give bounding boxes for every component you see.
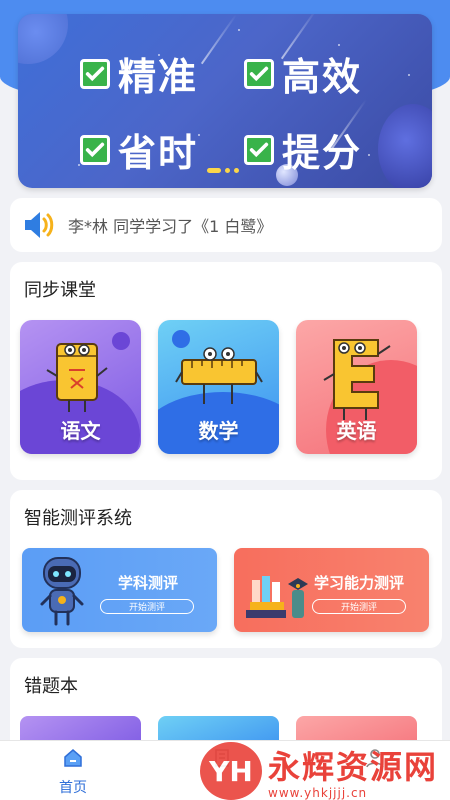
watermark-url: www.yhkjjjj.cn — [268, 786, 368, 800]
carousel-dot[interactable] — [234, 168, 239, 173]
start-assessment-button[interactable]: 开始测评 — [100, 599, 194, 614]
notebook-mascot-icon — [46, 343, 108, 412]
tab-label: 首页 — [59, 780, 87, 796]
section-title: 智能测评系统 — [24, 508, 132, 529]
ability-assessment-card[interactable]: 学习能力测评 开始测评 — [234, 548, 429, 632]
subject-label: 英语 — [336, 419, 377, 443]
tab-home[interactable]: 首页 — [38, 747, 108, 797]
assessment-section: 智能测评系统 学科测评 开始测评 学习能力测评 开始测评 — [10, 490, 442, 648]
subject-card-english[interactable]: 英语 — [296, 320, 417, 454]
assessment-title: 学习能力测评 — [314, 574, 405, 592]
slogan-timesaving: 省时 — [80, 122, 198, 177]
subject-card-math[interactable]: 数学 — [158, 320, 279, 454]
carousel-dot[interactable] — [207, 168, 221, 173]
activity-notice[interactable]: 李*林 同学学习了《1 白鹭》 — [10, 198, 442, 252]
checkmark-icon — [80, 58, 110, 89]
home-icon — [64, 749, 82, 767]
slogan-score: 提分 — [244, 122, 362, 177]
subject-card-chinese[interactable]: 语文 — [20, 320, 141, 454]
slogan-precise: 精准 — [80, 46, 198, 101]
subject-assessment-card[interactable]: 学科测评 开始测评 — [22, 548, 217, 632]
speaker-icon — [25, 212, 54, 238]
subject-label: 语文 — [60, 419, 101, 443]
robot-icon — [40, 557, 84, 626]
watermark: YH 永辉资源网 www.yhkjjjj.cn — [200, 742, 438, 800]
section-title: 错题本 — [24, 676, 78, 697]
sync-class-section: 同步课堂 语文 数学 英语 — [10, 262, 442, 480]
ruler-mascot-icon — [175, 347, 263, 404]
carousel-dot[interactable] — [225, 168, 230, 173]
checkmark-icon — [80, 134, 110, 165]
assessment-title: 学科测评 — [118, 574, 179, 592]
start-assessment-button[interactable]: 开始测评 — [312, 599, 406, 614]
notice-text: 李*林 同学学习了《1 白鹭》 — [68, 217, 273, 236]
section-title: 同步课堂 — [24, 280, 96, 301]
checkmark-icon — [244, 58, 274, 89]
promo-banner[interactable]: 精准 高效 省时 提分 — [18, 14, 432, 188]
watermark-name: 永辉资源网 — [268, 748, 439, 786]
books-icon — [246, 576, 308, 618]
subject-label: 数学 — [198, 419, 239, 443]
letter-e-mascot-icon — [323, 339, 391, 420]
slogan-efficient: 高效 — [244, 46, 362, 101]
watermark-logo: YH — [200, 742, 262, 800]
carousel-indicator[interactable] — [207, 168, 239, 173]
checkmark-icon — [244, 134, 274, 165]
